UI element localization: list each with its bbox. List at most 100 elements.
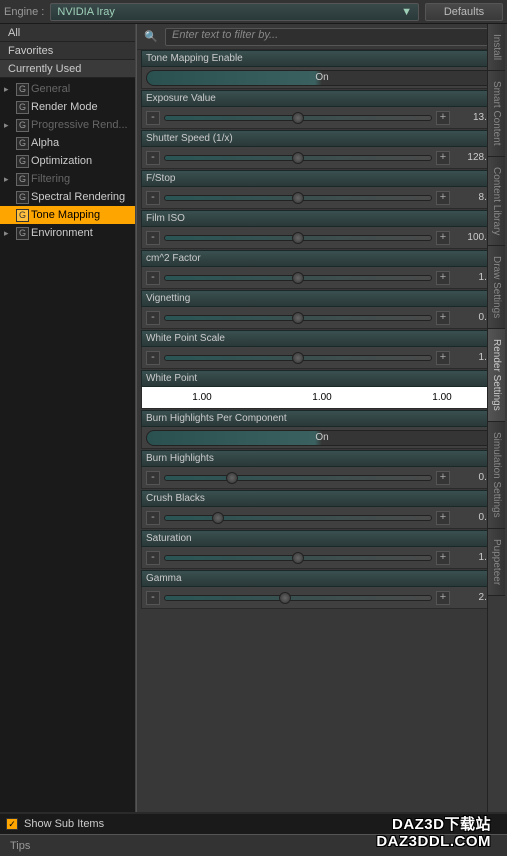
expand-icon[interactable]: ▸	[4, 120, 14, 131]
param-exposure-value: Exposure Value⚙ - + 13.00	[141, 90, 503, 129]
param-label: cm^2 Factor	[146, 253, 201, 264]
group-icon: G	[16, 83, 29, 96]
tree-item-progressive[interactable]: ▸GProgressive Rend...	[0, 116, 135, 134]
plus-button[interactable]: +	[436, 271, 450, 285]
minus-button[interactable]: -	[146, 471, 160, 485]
defaults-button[interactable]: Defaults	[425, 3, 503, 21]
param-header: Shutter Speed (1/x)⚙	[141, 130, 503, 147]
param-label: White Point Scale	[146, 333, 225, 344]
right-tab-puppeteer[interactable]: Puppeteer	[488, 529, 505, 596]
plus-button[interactable]: +	[436, 311, 450, 325]
tree-label: Progressive Rend...	[31, 119, 128, 131]
minus-button[interactable]: -	[146, 151, 160, 165]
right-tab-render settings[interactable]: Render Settings	[488, 329, 505, 422]
expand-icon[interactable]: ▸	[4, 174, 14, 185]
slider-track[interactable]	[164, 475, 432, 481]
right-tab-simulation settings[interactable]: Simulation Settings	[488, 422, 505, 529]
slider-thumb[interactable]	[292, 232, 304, 244]
expand-icon[interactable]: ▸	[4, 228, 14, 239]
engine-label: Engine :	[4, 6, 44, 18]
expand-icon[interactable]: ▸	[4, 84, 14, 95]
watermark-line1: DAZ3D下载站	[376, 817, 491, 834]
minus-button[interactable]: -	[146, 551, 160, 565]
slider-thumb[interactable]	[212, 512, 224, 524]
minus-button[interactable]: -	[146, 271, 160, 285]
tree-item-alpha[interactable]: GAlpha	[0, 134, 135, 152]
plus-button[interactable]: +	[436, 471, 450, 485]
tree-item-environment[interactable]: ▸GEnvironment	[0, 224, 135, 242]
slider-thumb[interactable]	[292, 552, 304, 564]
wp-b: 1.00	[432, 392, 451, 403]
slider-track[interactable]	[164, 275, 432, 281]
slider-track[interactable]	[164, 315, 432, 321]
minus-button[interactable]: -	[146, 511, 160, 525]
param-header: Tone Mapping Enable⚙	[141, 50, 503, 67]
slider-track[interactable]	[164, 195, 432, 201]
slider-thumb[interactable]	[279, 592, 291, 604]
tree-item-general[interactable]: ▸GGeneral	[0, 80, 135, 98]
slider-track[interactable]	[164, 235, 432, 241]
toggle[interactable]: On	[146, 70, 498, 86]
engine-dropdown[interactable]: NVIDIA Iray ▼	[50, 3, 419, 21]
filter-all[interactable]: All	[0, 24, 135, 42]
white-point-values[interactable]: 1.00 1.00 1.00	[141, 387, 503, 409]
minus-button[interactable]: -	[146, 591, 160, 605]
minus-button[interactable]: -	[146, 311, 160, 325]
content-panel: 🔍 Enter text to filter by... Tone Mappin…	[136, 24, 507, 812]
tree-item-tone-mapping[interactable]: GTone Mapping	[0, 206, 135, 224]
watermark-line2: DAZ3DDL.COM	[376, 834, 491, 851]
param-label: F/Stop	[146, 173, 175, 184]
plus-button[interactable]: +	[436, 591, 450, 605]
minus-button[interactable]: -	[146, 231, 160, 245]
plus-button[interactable]: +	[436, 191, 450, 205]
param-label: Burn Highlights	[146, 453, 214, 464]
property-tree: ▸GGeneral GRender Mode ▸GProgressive Ren…	[0, 78, 135, 812]
slider-thumb[interactable]	[226, 472, 238, 484]
right-tab-draw settings[interactable]: Draw Settings	[488, 246, 505, 329]
plus-button[interactable]: +	[436, 511, 450, 525]
param-label: Crush Blacks	[146, 493, 205, 504]
right-tab-install[interactable]: Install	[488, 24, 505, 71]
slider-thumb[interactable]	[292, 192, 304, 204]
param-crush-blacks: Crush Blacks⚙ - + 0.20	[141, 490, 503, 529]
slider-track[interactable]	[164, 515, 432, 521]
slider-track[interactable]	[164, 355, 432, 361]
param-header: Burn Highlights⚙	[141, 450, 503, 467]
filter-currently-used[interactable]: Currently Used	[0, 60, 135, 78]
tree-item-render-mode[interactable]: GRender Mode	[0, 98, 135, 116]
slider-track[interactable]	[164, 555, 432, 561]
show-sub-checkbox[interactable]: ✓	[6, 818, 18, 830]
tree-item-optimization[interactable]: GOptimization	[0, 152, 135, 170]
param-label: Shutter Speed (1/x)	[146, 133, 233, 144]
toggle[interactable]: On	[146, 430, 498, 446]
right-tab-content library[interactable]: Content Library	[488, 157, 505, 246]
plus-button[interactable]: +	[436, 151, 450, 165]
slider-thumb[interactable]	[292, 112, 304, 124]
tree-item-spectral[interactable]: GSpectral Rendering	[0, 188, 135, 206]
param-shutter-speed: Shutter Speed (1/x)⚙ - + 128.00	[141, 130, 503, 169]
slider-thumb[interactable]	[292, 352, 304, 364]
minus-button[interactable]: -	[146, 111, 160, 125]
tree-item-filtering[interactable]: ▸GFiltering	[0, 170, 135, 188]
filter-favorites[interactable]: Favorites	[0, 42, 135, 60]
search-icon[interactable]: 🔍	[143, 29, 159, 45]
slider-thumb[interactable]	[292, 152, 304, 164]
search-input[interactable]: Enter text to filter by...	[165, 28, 501, 46]
group-icon: G	[16, 173, 29, 186]
group-icon: G	[16, 137, 29, 150]
minus-button[interactable]: -	[146, 191, 160, 205]
tree-label: General	[31, 83, 70, 95]
minus-button[interactable]: -	[146, 351, 160, 365]
sidebar: All Favorites Currently Used ▸GGeneral G…	[0, 24, 136, 812]
right-tab-smart content[interactable]: Smart Content	[488, 71, 505, 156]
show-sub-label: Show Sub Items	[24, 818, 104, 830]
plus-button[interactable]: +	[436, 111, 450, 125]
plus-button[interactable]: +	[436, 231, 450, 245]
slider-track[interactable]	[164, 595, 432, 601]
slider-track[interactable]	[164, 115, 432, 121]
slider-thumb[interactable]	[292, 312, 304, 324]
plus-button[interactable]: +	[436, 551, 450, 565]
slider-thumb[interactable]	[292, 272, 304, 284]
slider-track[interactable]	[164, 155, 432, 161]
plus-button[interactable]: +	[436, 351, 450, 365]
